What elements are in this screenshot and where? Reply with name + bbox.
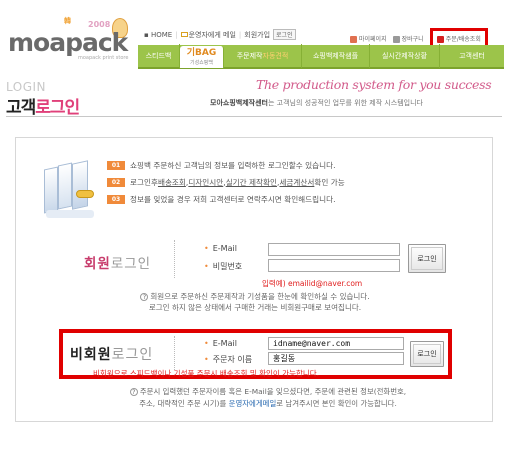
member-login-button[interactable]: 로그인 [408,244,446,273]
member-login-title: 회원로그인 [84,256,152,272]
join-link[interactable]: 회원가입 [244,30,270,40]
info-number: 01 [107,161,125,170]
question-icon: ? [129,388,138,396]
email-example: 입력예) emailid@naver.com [262,279,363,288]
guest-email-input[interactable]: idname@naver.com [268,337,404,350]
nav-ready-bag[interactable]: 기BAG 기성쇼핑백 [180,46,224,68]
logo-tagline: moapack print store [78,55,129,61]
guest-email-label: • E-Mail [204,339,237,348]
guest-login-button-label: 로그인 [413,344,441,364]
logo-sub: 韓 [64,17,71,25]
nav-ready-bag-small: 기성쇼핑백 [189,60,213,66]
guest-note: 비회원으로 스피드백이나 기성품 주문시 배송조회 및 확인이 가능합니다. [93,369,320,378]
guest-login-button[interactable]: 로그인 [410,341,444,367]
nav-divider: | [175,30,178,39]
guest-help-text: ? 주문시 입력했던 주문자이름 혹은 E-Mail을 잊으셨다면, 주문에 관련… [58,386,478,410]
guest-login-title: 비회원로그인 [70,347,154,363]
ops-mail-inline-link[interactable]: 운영자에게메일 [229,399,277,408]
mypage-link[interactable]: 마이페이지 [350,34,387,43]
nav-speed-bag[interactable]: 스티드백 [138,44,180,68]
info-link-shipping[interactable]: 배송조회 [158,177,186,188]
member-email-input[interactable] [268,243,400,256]
info-number: 02 [107,178,125,187]
page-title: 고객로그인 [6,98,80,118]
info-link-design[interactable]: 디자인시안 [188,177,223,188]
slogan: The production system for you success [256,77,492,92]
guest-help-line: ? 주문시 입력했던 주문자이름 혹은 E-Mail을 잊으셨다면, 주문에 관련… [58,386,478,398]
guest-name-input[interactable]: 홍길동 [268,352,404,365]
member-password-label: • 비밀번호 [204,262,243,271]
page-subtitle: 모아쇼핑백제작센터는 고객님의 성공적인 업무를 위한 제작 시스템입니다 [210,99,423,107]
member-login-button-label: 로그인 [411,247,443,270]
truck-icon [436,36,444,43]
member-help-line: ? 회원으로 주문하신 주문제작과 기성품을 한눈에 확인하실 수 있습니다. [60,291,450,302]
member-help-text: ? 회원으로 주문하신 주문제작과 기성품을 한눈에 확인하실 수 있습니다. 로… [60,291,450,313]
info-text: 쇼핑백 주문하신 고객님의 정보를 입력하한 로그인할수 있습니다. [130,161,336,170]
info-link-production[interactable]: 실기간 제작확인 [226,177,277,188]
question-icon: ? [140,293,149,301]
top-login-button[interactable]: 로그인 [273,29,296,40]
info-text: 로그인후 [130,178,158,187]
folders-key-icon [40,160,100,222]
nav-samples[interactable]: 쇼핑백제작샘플 [302,44,370,68]
page-title-en: LOGIN [6,80,47,94]
info-link-tax-invoice[interactable]: 세금계산서 [279,177,314,188]
mypage-icon [350,36,357,43]
info-item: 03 정보를 잊었을 경우 저희 고객센터로 연락주시면 확인해드립니다. [107,191,345,208]
dotted-divider [174,336,175,370]
home-link[interactable]: ▪ HOME [144,31,172,39]
login-info-list: 01 쇼핑백 주문하신 고객님의 정보를 입력하한 로그인할수 있습니다. 02… [107,157,345,208]
member-password-input[interactable] [268,259,400,272]
guest-help-line: 주소, 대략적인 주문 시기)를 운영자에게메일로 남겨주시면 본인 확인이 가… [139,399,397,408]
dotted-divider [174,240,175,278]
logo-text: moapack [8,28,128,57]
nav-divider: | [238,30,242,39]
nav-custom-quote[interactable]: 주문제작자동견적 [224,44,302,68]
cart-icon [392,36,400,43]
main-nav: 스티드백 기BAG 기성쇼핑백 주문제작자동견적 쇼핑백제작샘플 실시간제작상황… [138,44,504,69]
top-utility-nav: ▪ HOME | 운영자에게 메일 | 회원가입 로그인 [144,29,296,40]
info-number: 03 [107,195,125,204]
member-help-line: 로그인 하지 않은 상태에서 구매한 거래는 비회원구매로 보여집니다. [148,303,362,312]
nav-production-status[interactable]: 실시간제작상황 [370,44,440,68]
ops-mail-link[interactable]: 운영자에게 메일 [180,30,236,40]
info-item: 01 쇼핑백 주문하신 고객님의 정보를 입력하한 로그인할수 있습니다. [107,157,345,174]
moapack-logo[interactable]: 韓 2008 moapack moapack print store [8,14,128,62]
title-divider [6,116,502,117]
guest-name-label: • 주문자 이름 [204,355,253,364]
nav-ready-bag-big: 기BAG [186,48,217,58]
mail-icon [180,31,188,37]
nav-customer-center[interactable]: 고객센터 [440,44,504,68]
cart-link[interactable]: 장바구니 [392,34,424,43]
info-text: 정보를 잊었을 경우 저희 고객센터로 연락주시면 확인해드립니다. [130,195,336,204]
member-email-label: • E-Mail [204,244,237,253]
info-item: 02 로그인후 배송조회, 디자인시안, 실기간 제작확인, 세금계산서 확인 … [107,174,345,191]
